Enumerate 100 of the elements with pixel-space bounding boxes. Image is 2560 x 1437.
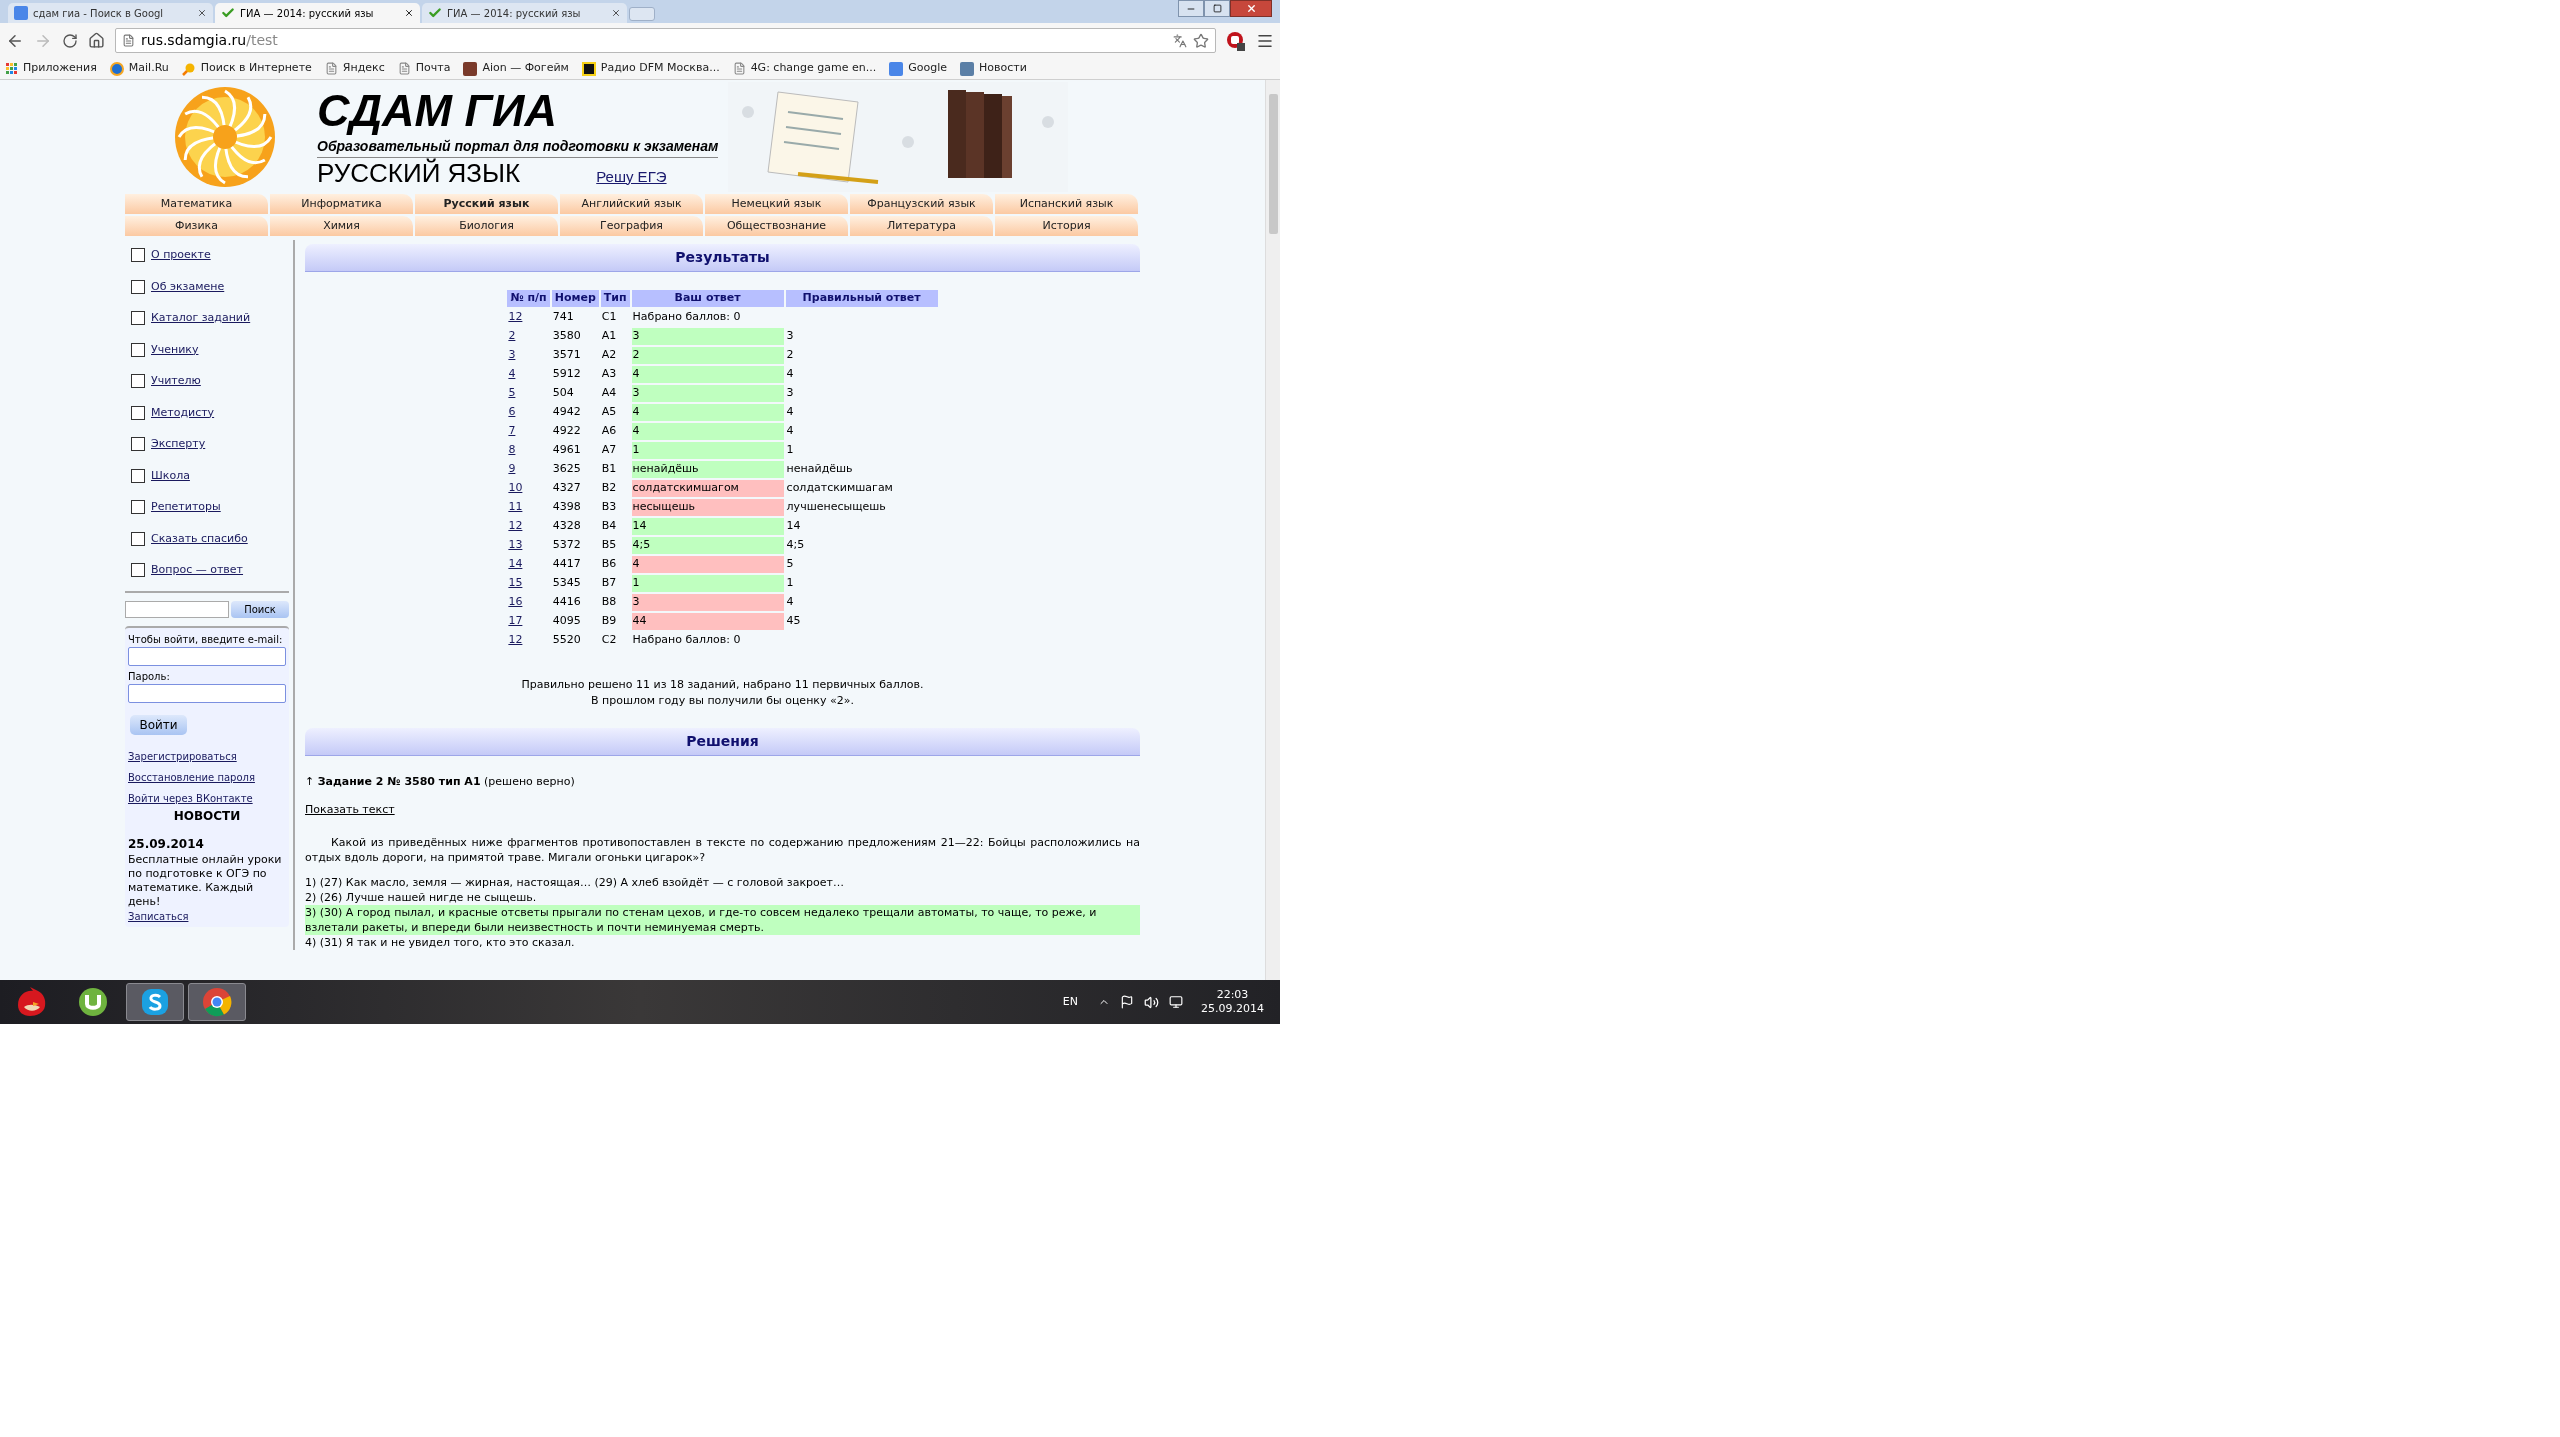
checkbox[interactable] [131,405,145,420]
task-link[interactable]: 12 [508,632,523,646]
sidebar-link[interactable]: Вопрос — ответ [151,562,244,579]
minimize-button[interactable] [1178,0,1204,17]
sidebar-link[interactable]: Каталог заданий [151,310,251,327]
checkbox[interactable] [131,437,145,452]
password-field[interactable] [128,683,286,703]
subject-tab[interactable]: Русский язык [415,194,558,214]
task-link[interactable]: 3 [508,347,516,361]
subject-tab[interactable]: Испанский язык [995,194,1138,214]
task-link[interactable]: 13 [508,537,523,551]
sidebar-link[interactable]: Сказать спасибо [151,530,248,547]
show-text-link[interactable]: Показать текст [305,802,395,819]
login-link[interactable]: Войти через ВКонтакте [128,790,286,806]
login-button[interactable]: Войти [130,714,187,735]
flag-icon[interactable] [1120,995,1134,1009]
task-link[interactable]: 10 [508,480,523,494]
bookmark-item[interactable]: 4G: change game en... [732,60,877,77]
bookmark-item[interactable]: Aion — Фогейм [463,60,569,77]
sidebar-link[interactable]: Об экзамене [151,278,225,295]
star-icon[interactable] [1193,32,1209,49]
clock[interactable]: 22:03 25.09.2014 [1201,988,1264,1016]
browser-tab[interactable]: ГИА — 2014: русский язы [215,3,420,23]
task-link[interactable]: 12 [508,518,523,532]
bookmark-item[interactable]: Радио DFM Москва... [581,60,720,77]
subject-tab[interactable]: Физика [125,216,268,236]
search-field[interactable] [125,600,229,618]
scrollbar[interactable] [1265,80,1280,980]
translate-icon[interactable] [1173,33,1187,48]
close-button[interactable] [1230,0,1272,17]
task-link[interactable]: 7 [508,423,516,437]
task-link[interactable]: 12 [508,309,523,323]
ege-link[interactable]: Решу ЕГЭ [596,165,667,188]
bookmark-item[interactable]: Поиск в Интернете [181,60,312,77]
subject-tab[interactable]: Математика [125,194,268,214]
checkbox[interactable] [131,531,145,546]
search-button[interactable]: Поиск [231,600,289,618]
close-icon[interactable] [404,8,414,18]
subject-tab[interactable]: Литература [850,216,993,236]
task-link[interactable]: 17 [508,613,523,627]
sidebar-link[interactable]: Учителю [151,373,201,390]
login-link[interactable]: Восстановление пароля [128,769,286,785]
table-cell-text: 4 [785,365,795,382]
volume-icon[interactable] [1144,994,1159,1010]
news-link[interactable]: Записаться [128,908,286,924]
task-link[interactable]: 5 [508,385,516,399]
bookmark-item[interactable]: Яндекс [324,60,385,77]
taskbar-app-button[interactable] [126,983,184,1021]
bookmark-item[interactable]: Google [889,60,948,77]
score-cell-text: Набрано баллов: 0 [631,308,742,325]
subject-tab[interactable]: Обществознание [705,216,848,236]
close-icon[interactable] [611,8,621,18]
extension-icon[interactable] [1226,30,1246,51]
task-link[interactable]: 11 [508,499,523,513]
bookmark-item[interactable]: Почта [397,60,451,77]
subject-tab[interactable]: Немецкий язык [705,194,848,214]
checkbox[interactable] [131,374,145,389]
task-link[interactable]: 4 [508,366,516,380]
checkbox[interactable] [131,563,145,578]
language-indicator[interactable]: EN [1062,993,1078,1011]
checkbox[interactable] [131,342,145,357]
checkbox[interactable] [131,500,145,515]
browser-tab[interactable]: ГИА — 2014: русский язы [422,3,627,23]
login-link[interactable]: Зарегистрироваться [128,748,286,764]
bookmark-item[interactable]: Новости [960,60,1027,77]
subject-tab[interactable]: Французский язык [850,194,993,214]
table-cell-text: 4;5 [785,536,806,553]
address-bar[interactable]: rus.sdamgia.ru/test [115,28,1216,53]
subject-tab[interactable]: Информатика [270,194,413,214]
checkbox[interactable] [131,279,145,294]
task-link[interactable]: 15 [508,575,523,589]
task-link[interactable]: 16 [508,594,523,608]
subject-tab[interactable]: Английский язык [560,194,703,214]
close-icon[interactable] [197,8,207,18]
sidebar-link[interactable]: О проекте [151,247,211,264]
sidebar-link[interactable]: Методисту [151,404,215,421]
sidebar-link[interactable]: Школа [151,467,190,484]
email-field[interactable] [128,646,286,666]
bookmark-item[interactable]: Mail.Ru [109,60,169,77]
bookmark-item[interactable]: Приложения [6,60,97,77]
task-link[interactable]: 8 [508,442,516,456]
subject-tab[interactable]: Биология [415,216,558,236]
subject-tab[interactable]: География [560,216,703,236]
subject-tab[interactable]: История [995,216,1138,236]
magnifier-icon [181,61,196,76]
sidebar-link[interactable]: Ученику [151,341,199,358]
maximize-button[interactable] [1204,0,1230,17]
task-link[interactable]: 9 [508,461,516,475]
sidebar-link[interactable]: Репетиторы [151,499,221,516]
checkbox[interactable] [131,311,145,326]
subject-tab[interactable]: Химия [270,216,413,236]
task-link[interactable]: 14 [508,556,523,570]
task-link[interactable]: 6 [508,404,516,418]
sidebar-link[interactable]: Эксперту [151,436,206,453]
browser-tab[interactable]: сдам гиа - Поиск в Googl [8,3,213,23]
checkbox[interactable] [131,468,145,483]
checkbox[interactable] [131,248,145,263]
task-link[interactable]: 2 [508,328,516,342]
home-icon[interactable] [88,32,105,49]
reload-icon[interactable] [62,32,78,49]
